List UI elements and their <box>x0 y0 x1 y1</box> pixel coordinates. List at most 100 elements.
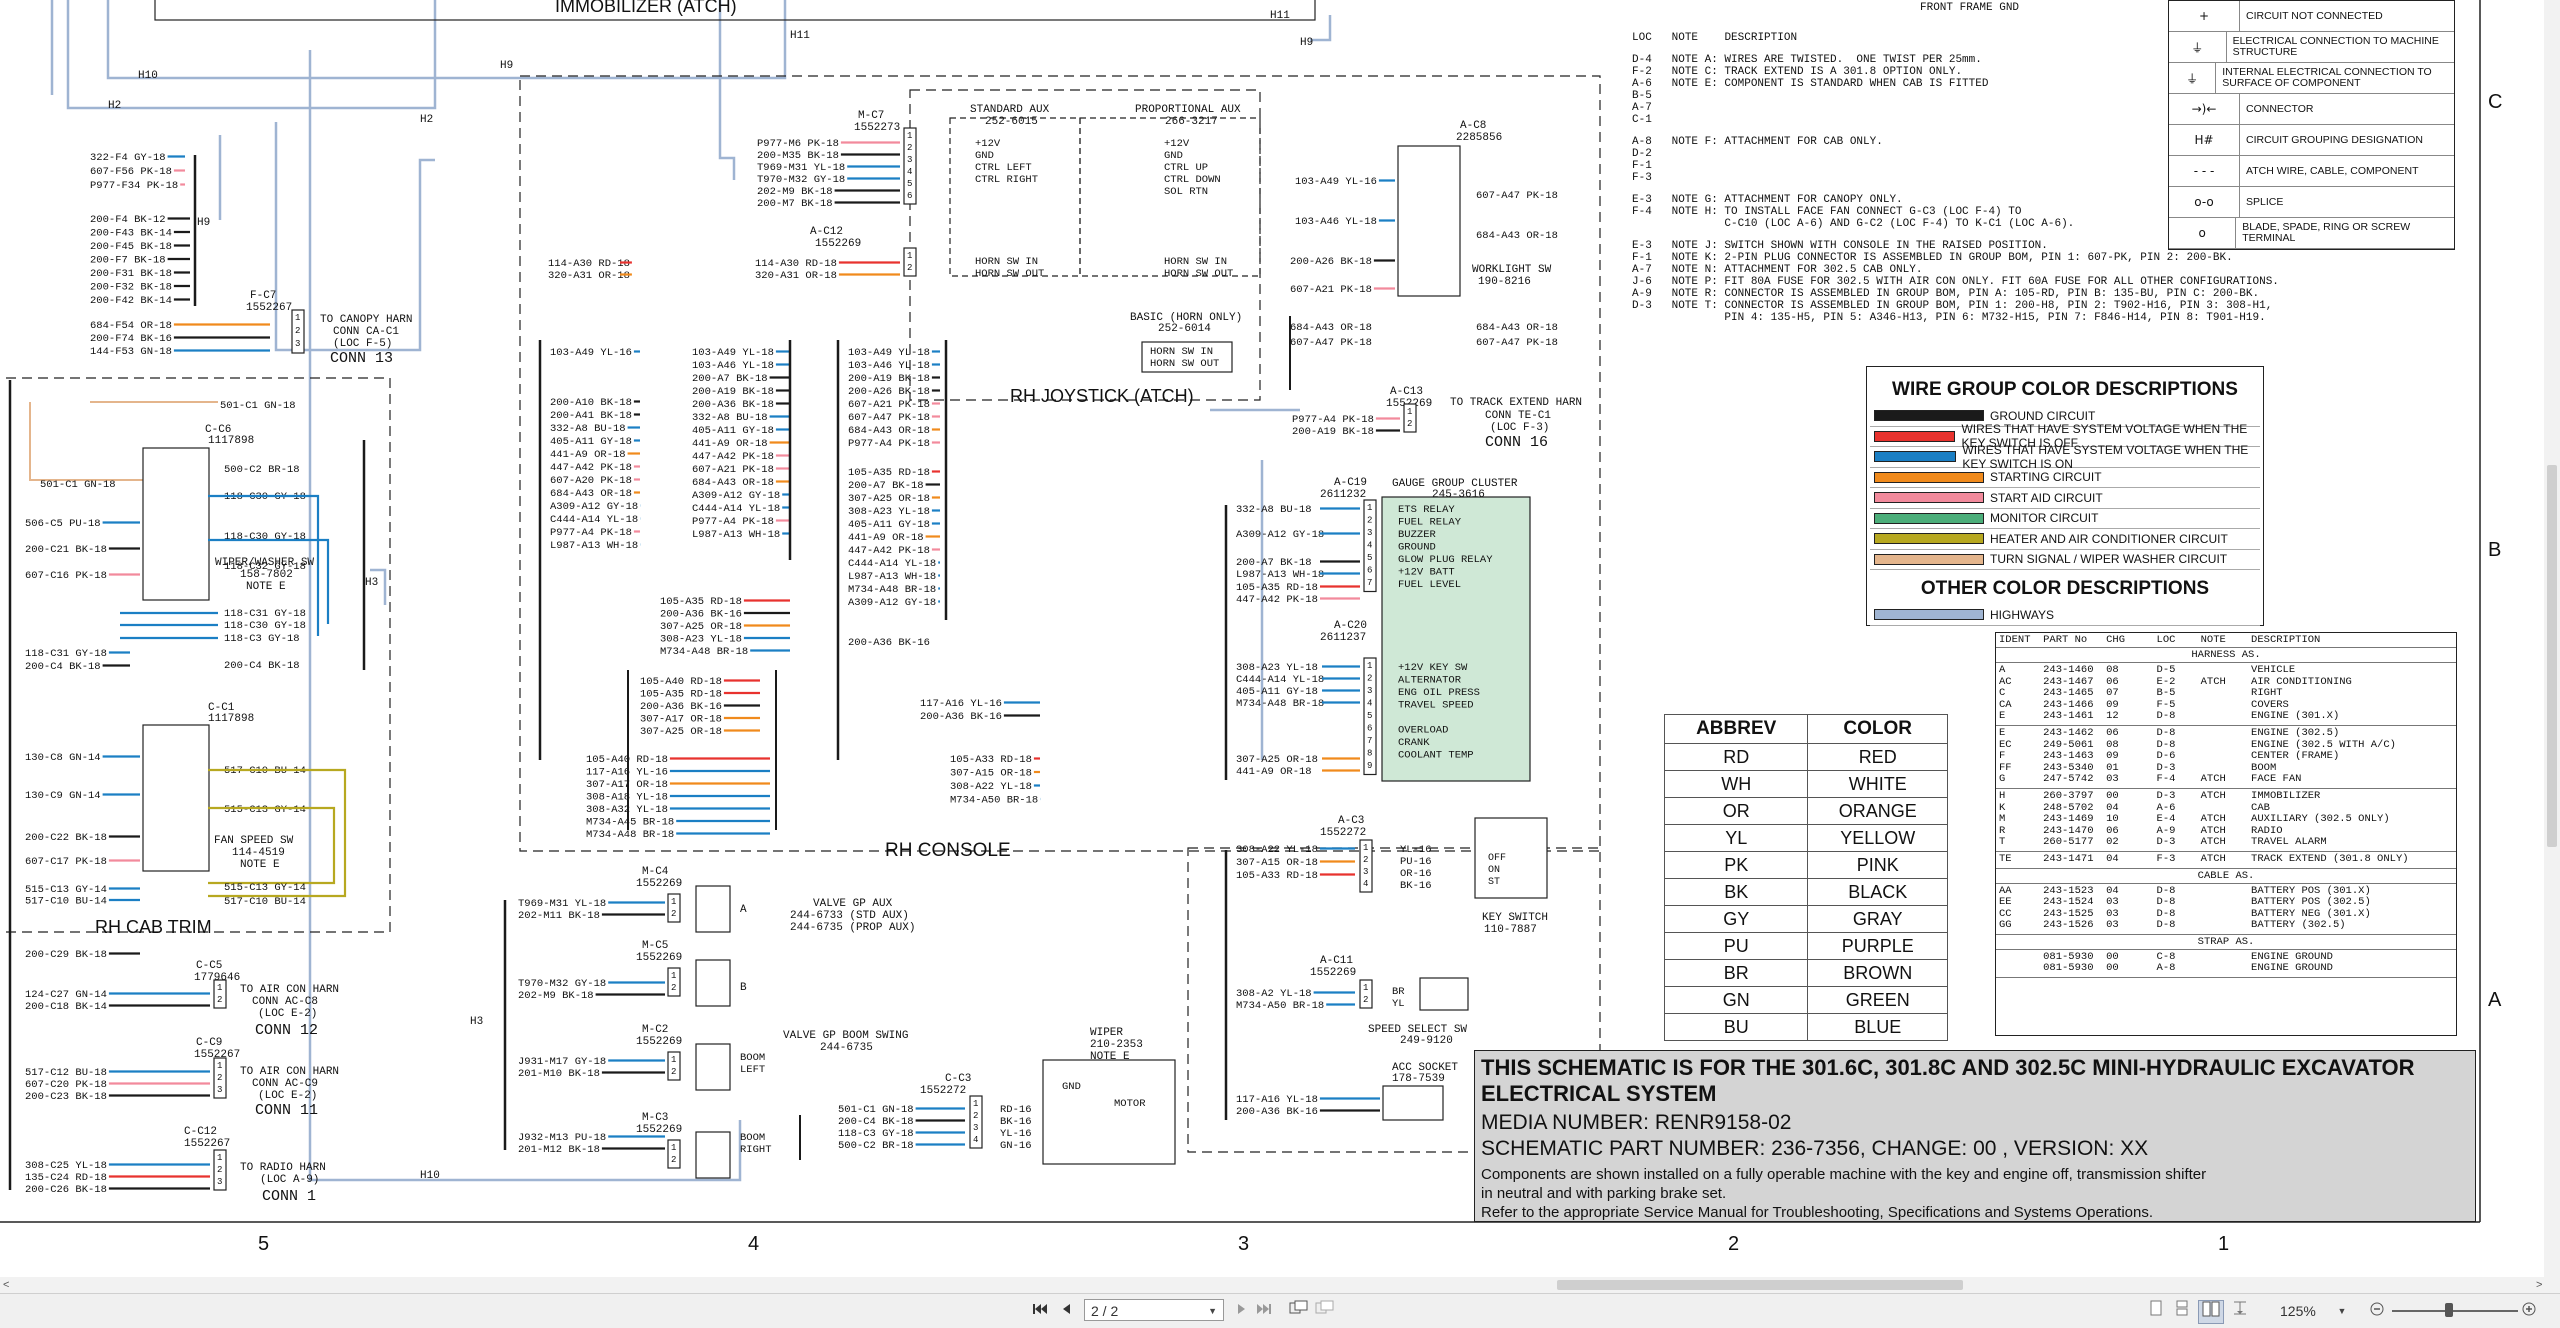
next-page-icon[interactable] <box>1234 1300 1250 1322</box>
wire-label: M734-A48 BR-18 <box>586 829 674 841</box>
zoom-level[interactable]: 125% <box>2280 1300 2336 1322</box>
harness-row: E 243-1462 06 D-8 ENGINE (302.5) <box>1999 726 2340 739</box>
wire-group-label: TURN SIGNAL / WIPER WASHER CIRCUIT <box>1990 552 2228 567</box>
page-layout-icon[interactable] <box>1288 1300 1310 1322</box>
connector-part: 2611232 <box>1320 489 1366 501</box>
wire-label: 308-A22 YL-18 <box>1236 844 1318 856</box>
wire-label: YL-16 <box>1400 844 1432 856</box>
wire-label: 307-A25 OR-18 <box>660 621 742 633</box>
harness-rows: A 243-1460 08 D-5 VEHICLE AC 243-1467 06 … <box>1996 663 2456 869</box>
wire-label: C444-A14 YL-18 <box>550 514 638 526</box>
switch-pin-label: +12V <box>1164 138 1190 150</box>
wire-group-label: MONITOR CIRCUIT <box>1990 511 2099 526</box>
abbrev-code: BR <box>1663 959 1809 987</box>
gauge-pin-label: CRANK <box>1398 737 1430 749</box>
zoom-out-icon[interactable] <box>2368 1300 2386 1322</box>
pin-number: 3 <box>217 1177 222 1187</box>
single-page-view-icon[interactable] <box>2146 1300 2166 1322</box>
switch-pin-label: SOL RTN <box>1164 186 1208 198</box>
wire-label: 103-A46 YL-18 <box>692 360 774 372</box>
wire-label: 200-M7 BK-18 <box>757 198 833 210</box>
legend-text: INTERNAL ELECTRICAL CONNECTION TO SURFAC… <box>2222 66 2432 89</box>
wire-label: T969-M31 YL-18 <box>757 162 845 174</box>
zoom-in-icon[interactable] <box>2520 1300 2538 1322</box>
vertical-scroll-thumb[interactable] <box>2547 465 2557 848</box>
abbrev-code: RD <box>1663 743 1809 771</box>
gauge-pin-label: +12V KEY SW <box>1398 662 1468 674</box>
wire-label: 118-C3 GY-18 <box>838 1128 914 1140</box>
connector-id: M-C3 <box>642 1112 668 1124</box>
wire-label: 105-A35 RD-18 <box>640 689 722 701</box>
highway-wire <box>66 0 437 110</box>
first-page-icon[interactable] <box>1030 1300 1050 1322</box>
fan-switch-label: FAN SPEED SW <box>214 835 294 847</box>
two-page-view-icon[interactable] <box>2198 1300 2224 1324</box>
wire-label: T970-M32 GY-18 <box>518 978 606 990</box>
scroll-right-arrow-icon[interactable]: > <box>2536 1277 2542 1293</box>
wire-label: 117-A16 YL-16 <box>586 767 668 779</box>
wire-label: L987-A13 WH-18 <box>692 529 780 541</box>
horizontal-scroll-thumb[interactable] <box>1557 1280 1964 1290</box>
continuous-view-icon[interactable] <box>2172 1300 2192 1322</box>
wire-group-row: TURN SIGNAL / WIPER WASHER CIRCUIT <box>1870 550 2260 570</box>
wire-label: 200-A36 BK-16 <box>920 711 1002 723</box>
title-line-1: THIS SCHEMATIC IS FOR THE 301.6C, 301.8C… <box>1481 1055 2415 1080</box>
fit-page-icon[interactable] <box>2230 1300 2250 1322</box>
abbrev-table: ABBREV COLOR RD RED WH WHITE OR ORANGE YL YELLO… <box>1663 714 1948 1041</box>
horn-pin-label: HORN SW IN <box>1150 346 1213 358</box>
thumbnail-icon[interactable] <box>1314 1300 1336 1322</box>
valve-port-label: LEFT <box>740 1064 765 1076</box>
wire-label: 200-C21 BK-18 <box>25 544 107 556</box>
last-page-icon[interactable] <box>1254 1300 1274 1322</box>
harness-header: IDENT PART No CHG LOC NOTE DESCRIPTION <box>1996 633 2456 648</box>
abbrev-row: PU PURPLE <box>1663 932 1948 960</box>
pin-number: 3 <box>1367 686 1372 696</box>
pin-number: 7 <box>1367 736 1372 746</box>
wire-label: 607-C20 PK-18 <box>25 1079 107 1091</box>
wire <box>29 402 143 481</box>
legend-symbol-icon: ⏚ <box>2169 63 2217 93</box>
wire-label: A309-A12 GY-18 <box>848 597 936 609</box>
harness-row: EE 243-1524 03 D-8 BATTERY POS (302.5) <box>1999 896 2371 909</box>
horn-pin-label: HORN SW OUT <box>1150 358 1219 370</box>
wire-label: OR-16 <box>1400 868 1432 880</box>
wire-label: 405-A11 GY-18 <box>848 519 930 531</box>
wire-label: 607-A21 PK-18 <box>1290 284 1372 296</box>
scroll-left-arrow-icon[interactable]: < <box>3 1277 9 1293</box>
pin-number: 2 <box>671 909 676 919</box>
page-number-field[interactable]: 2 / 2 ▼ <box>1084 1299 1224 1321</box>
zoom-slider[interactable] <box>2392 1310 2518 1312</box>
harness-row: E 243-1461 12 D-8 ENGINE (301.X) <box>1999 710 2340 723</box>
harness-group: H 260-3797 00 D-3 ATCH IMMOBILIZER K 248-… <box>1996 789 2456 852</box>
wire-label: 105-A40 RD-18 <box>640 676 722 688</box>
wire-group-row: MONITOR CIRCUIT <box>1870 509 2260 529</box>
wire-label: 607-F56 PK-18 <box>90 166 172 178</box>
horizontal-scrollbar[interactable]: < > <box>0 1277 2560 1293</box>
wire-label: 308-A23 YL-18 <box>848 506 930 518</box>
switch-pin-label: CTRL UP <box>1164 162 1208 174</box>
standard-aux-part: 252-6015 <box>985 116 1038 128</box>
valve-aux-label: VALVE GP AUX <box>813 898 893 910</box>
wire-label: M734-A48 BR-18 <box>1236 698 1324 710</box>
pin-number: 3 <box>1363 867 1368 877</box>
vertical-scrollbar[interactable] <box>2544 0 2560 1277</box>
previous-page-icon[interactable] <box>1058 1300 1074 1322</box>
schematic-sheet: H11 H10 H9 H2 H3 H11 H9 H2 H3 H10 IMMOBILIZER (ATC… <box>0 0 2560 1293</box>
wiper-part: 210-2353 <box>1090 1039 1143 1051</box>
zoom-dropdown-icon[interactable]: ▼ <box>2336 1300 2348 1322</box>
page-dropdown-icon[interactable]: ▼ <box>1208 1300 1217 1322</box>
media-number: MEDIA NUMBER: RENR9158-02 <box>1481 1111 1792 1134</box>
basic-horn-part: 252-6014 <box>1158 323 1211 335</box>
worklight-switch <box>1397 145 1461 297</box>
wire-label: 202-M11 BK-18 <box>518 910 600 922</box>
horizontal-scroll-track[interactable] <box>14 1280 2534 1290</box>
pin-number: 1 <box>217 1061 222 1071</box>
pin-number: 3 <box>295 339 300 349</box>
title-desc-1: Components are shown installed on a full… <box>1481 1166 2207 1183</box>
zoom-slider-thumb[interactable] <box>2444 1303 2453 1317</box>
wire-group-row: HIGHWAYS <box>1870 605 2260 626</box>
wiper-motor <box>1042 1059 1176 1165</box>
abbrev-code: BU <box>1663 1013 1809 1041</box>
gauge-pin-label: COOLANT TEMP <box>1398 750 1474 762</box>
wire-label: P977-M6 PK-18 <box>757 138 839 150</box>
